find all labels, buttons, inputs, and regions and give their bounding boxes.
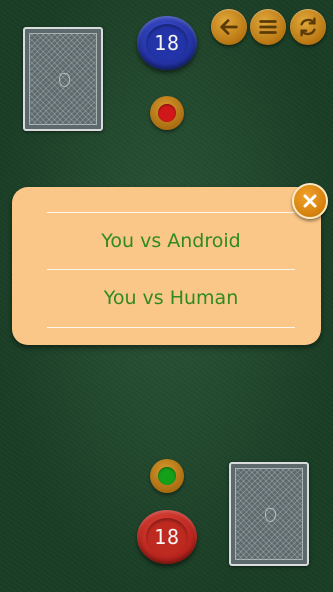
opponent-turn-indicator — [150, 96, 184, 130]
player-turn-indicator — [150, 459, 184, 493]
game-mode-dialog: You vs Android You vs Human — [12, 187, 321, 345]
back-button[interactable] — [211, 9, 247, 45]
refresh-icon — [300, 17, 316, 37]
close-icon — [303, 194, 317, 208]
dialog-close-button[interactable] — [292, 183, 328, 219]
opponent-score-chip: 18 — [137, 16, 197, 70]
divider — [47, 327, 295, 328]
player-score-chip: 18 — [137, 510, 197, 564]
arrow-left-icon — [220, 19, 238, 35]
opponent-indicator-dot — [158, 104, 176, 122]
player-card-deck — [229, 462, 309, 566]
you-vs-android-option[interactable]: You vs Android — [47, 213, 295, 269]
player-indicator-dot — [158, 467, 176, 485]
player-score: 18 — [146, 518, 188, 556]
you-vs-human-option[interactable]: You vs Human — [47, 270, 295, 326]
opponent-score: 18 — [146, 24, 188, 62]
opponent-card-deck — [23, 27, 103, 131]
restart-button[interactable] — [290, 9, 326, 45]
menu-button[interactable] — [250, 9, 286, 45]
hamburger-menu-icon — [259, 20, 277, 34]
